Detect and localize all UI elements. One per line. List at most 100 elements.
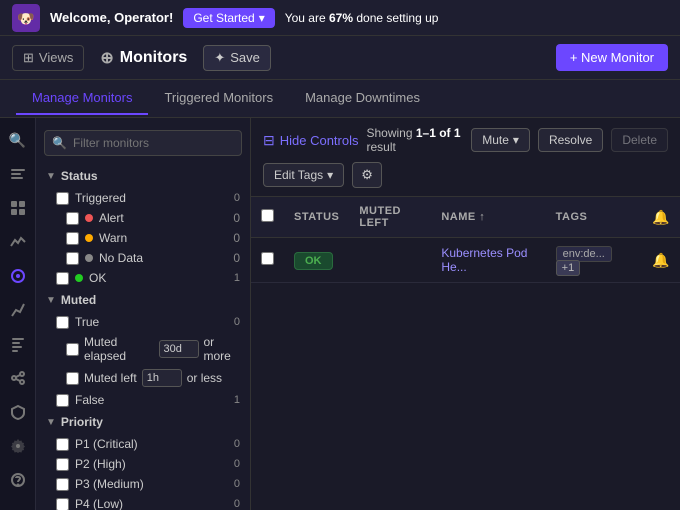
select-all-checkbox[interactable] <box>261 209 274 222</box>
settings-button[interactable]: ⚙ <box>352 162 382 188</box>
muted-false-checkbox[interactable] <box>56 394 69 407</box>
status-section-header[interactable]: ▼ Status <box>36 164 250 188</box>
p1-filter[interactable]: P1 (Critical) 0 <box>36 434 250 454</box>
nav-metrics-icon[interactable] <box>4 228 32 256</box>
nav-apm-icon[interactable] <box>4 296 32 324</box>
muted-true-filter[interactable]: True 0 <box>36 312 250 332</box>
nav-logs-icon[interactable] <box>4 330 32 358</box>
p3-count: 0 <box>234 478 240 490</box>
muted-true-count: 0 <box>234 316 240 328</box>
alert-filter[interactable]: Alert 0 <box>36 208 250 228</box>
muted-elapsed-label: Muted elapsed <box>84 335 154 363</box>
row-tags: env:de... +1 <box>546 238 642 283</box>
nav-monitors-icon[interactable] <box>4 262 32 290</box>
edit-tags-button[interactable]: Edit Tags ▾ <box>263 163 344 187</box>
p4-checkbox[interactable] <box>56 498 69 510</box>
table-row: OK Kubernetes Pod He... env:de... +1 🔔 <box>251 238 680 283</box>
mute-button[interactable]: Mute ▾ <box>471 128 530 152</box>
search-input[interactable] <box>44 130 242 156</box>
nav-integrations-icon[interactable] <box>4 364 32 392</box>
showing-text: Showing 1–1 of 1 result <box>367 126 464 154</box>
muted-left-input[interactable] <box>142 369 182 387</box>
bell-header-icon[interactable]: 🔔 <box>652 209 670 225</box>
ok-filter[interactable]: OK 1 <box>36 268 250 288</box>
priority-section-header[interactable]: ▼ Priority <box>36 410 250 434</box>
views-icon: ⊞ <box>23 50 34 66</box>
nodata-checkbox[interactable] <box>66 252 79 265</box>
nav-events-icon[interactable] <box>4 160 32 188</box>
row-status: OK <box>284 238 349 283</box>
row-checkbox[interactable] <box>261 252 274 265</box>
table-header-row: STATUS MUTED LEFT NAME ↑ TAGS 🔔 <box>251 197 680 238</box>
warn-checkbox[interactable] <box>66 232 79 245</box>
name-column-header[interactable]: NAME ↑ <box>431 197 545 238</box>
tags-column-header: TAGS <box>546 197 642 238</box>
new-monitor-button[interactable]: + New Monitor <box>556 44 668 71</box>
p3-filter[interactable]: P3 (Medium) 0 <box>36 474 250 494</box>
nav-settings-icon[interactable] <box>4 432 32 460</box>
p3-label: P3 (Medium) <box>75 477 144 491</box>
warn-filter[interactable]: Warn 0 <box>36 228 250 248</box>
muted-label: Muted <box>61 293 96 307</box>
p2-filter[interactable]: P2 (High) 0 <box>36 454 250 474</box>
muted-elapsed-checkbox[interactable] <box>66 343 79 356</box>
muted-elapsed-input[interactable] <box>159 340 199 358</box>
p3-checkbox[interactable] <box>56 478 69 491</box>
tab-triggered-monitors[interactable]: Triggered Monitors <box>148 82 289 115</box>
triggered-filter[interactable]: Triggered 0 <box>36 188 250 208</box>
row-bell-icon[interactable]: 🔔 <box>652 252 669 268</box>
muted-elapsed-suffix: or more <box>204 335 241 363</box>
warn-dot <box>85 234 93 242</box>
warn-label: Warn <box>99 231 127 245</box>
tab-manage-monitors[interactable]: Manage Monitors <box>16 82 148 115</box>
chevron-down-icon: ▾ <box>513 133 519 147</box>
muted-false-label: False <box>75 393 104 407</box>
chevron-down-icon: ▼ <box>46 171 56 182</box>
p1-label: P1 (Critical) <box>75 437 138 451</box>
delete-button[interactable]: Delete <box>611 128 668 152</box>
alert-dot <box>85 214 93 222</box>
muted-true-label: True <box>75 315 99 329</box>
nav-security-icon[interactable] <box>4 398 32 426</box>
nav-dashboard-icon[interactable] <box>4 194 32 222</box>
nav-support-icon[interactable] <box>4 466 32 494</box>
views-button[interactable]: ⊞ Views <box>12 45 84 71</box>
alert-count: 0 <box>233 211 240 225</box>
warn-count: 0 <box>233 231 240 245</box>
get-started-button[interactable]: Get Started ▾ <box>183 8 274 28</box>
ok-checkbox[interactable] <box>56 272 69 285</box>
p4-count: 0 <box>234 498 240 510</box>
triggered-count: 0 <box>234 192 240 204</box>
p2-checkbox[interactable] <box>56 458 69 471</box>
tab-manage-downtimes[interactable]: Manage Downtimes <box>289 82 436 115</box>
tag-plus-badge[interactable]: +1 <box>556 260 581 276</box>
alert-checkbox[interactable] <box>66 212 79 225</box>
muted-elapsed-row: Muted elapsed or more <box>36 332 250 366</box>
resolve-button[interactable]: Resolve <box>538 128 603 152</box>
triggered-label: Triggered <box>75 191 126 205</box>
gear-icon: ⚙ <box>361 167 373 182</box>
p4-filter[interactable]: P4 (Low) 0 <box>36 494 250 510</box>
save-icon: ✦ <box>214 50 225 66</box>
chevron-down-icon: ▼ <box>46 295 56 306</box>
nodata-filter[interactable]: No Data 0 <box>36 248 250 268</box>
row-name[interactable]: Kubernetes Pod He... <box>431 238 545 283</box>
muted-section-header[interactable]: ▼ Muted <box>36 288 250 312</box>
dd-logo: 🐶 <box>12 4 40 32</box>
muted-left-label: Muted left <box>84 371 137 385</box>
triggered-checkbox[interactable] <box>56 192 69 205</box>
nav-search-icon[interactable]: 🔍 <box>4 126 32 154</box>
muted-false-filter[interactable]: False 1 <box>36 390 250 410</box>
nodata-dot <box>85 254 93 262</box>
muted-true-checkbox[interactable] <box>56 316 69 329</box>
main-layout: 🔍 � <box>0 118 680 510</box>
ok-dot <box>75 274 83 282</box>
status-label: Status <box>61 169 98 183</box>
chevron-down-icon: ▾ <box>327 168 333 182</box>
hide-icon: ⊟ <box>263 132 275 149</box>
p1-checkbox[interactable] <box>56 438 69 451</box>
hide-controls-button[interactable]: ⊟ Hide Controls <box>263 132 359 149</box>
muted-left-checkbox[interactable] <box>66 372 79 385</box>
svg-text:🐶: 🐶 <box>17 10 34 26</box>
save-button[interactable]: ✦ Save <box>203 45 271 71</box>
